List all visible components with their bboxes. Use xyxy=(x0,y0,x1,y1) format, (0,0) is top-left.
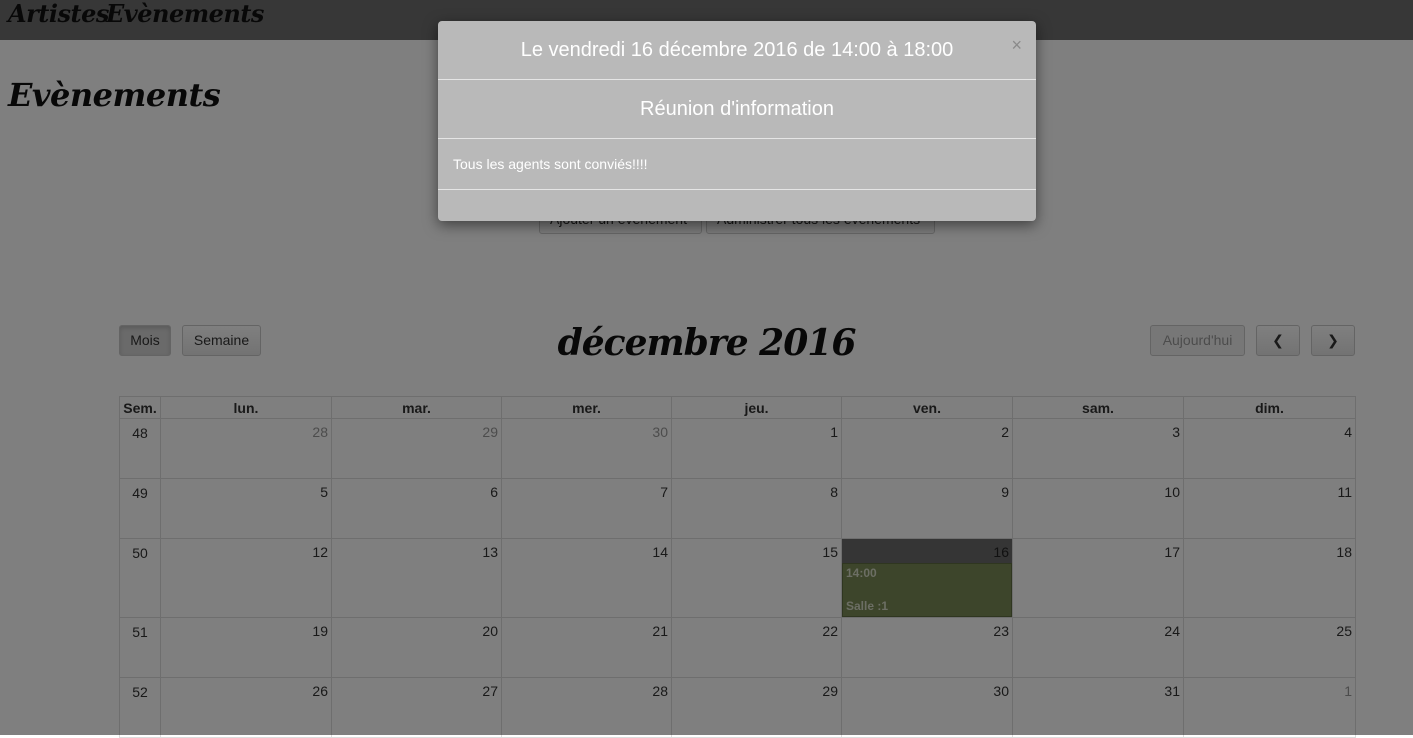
modal-body: Tous les agents sont conviés!!!! xyxy=(438,139,1036,190)
event-modal: Le vendredi 16 décembre 2016 de 14:00 à … xyxy=(438,21,1036,221)
modal-header: Le vendredi 16 décembre 2016 de 14:00 à … xyxy=(438,21,1036,80)
modal-title: Le vendredi 16 décembre 2016 de 14:00 à … xyxy=(520,39,954,61)
modal-subtitle: Réunion d'information xyxy=(438,80,1036,139)
close-icon[interactable]: × xyxy=(1011,35,1022,55)
